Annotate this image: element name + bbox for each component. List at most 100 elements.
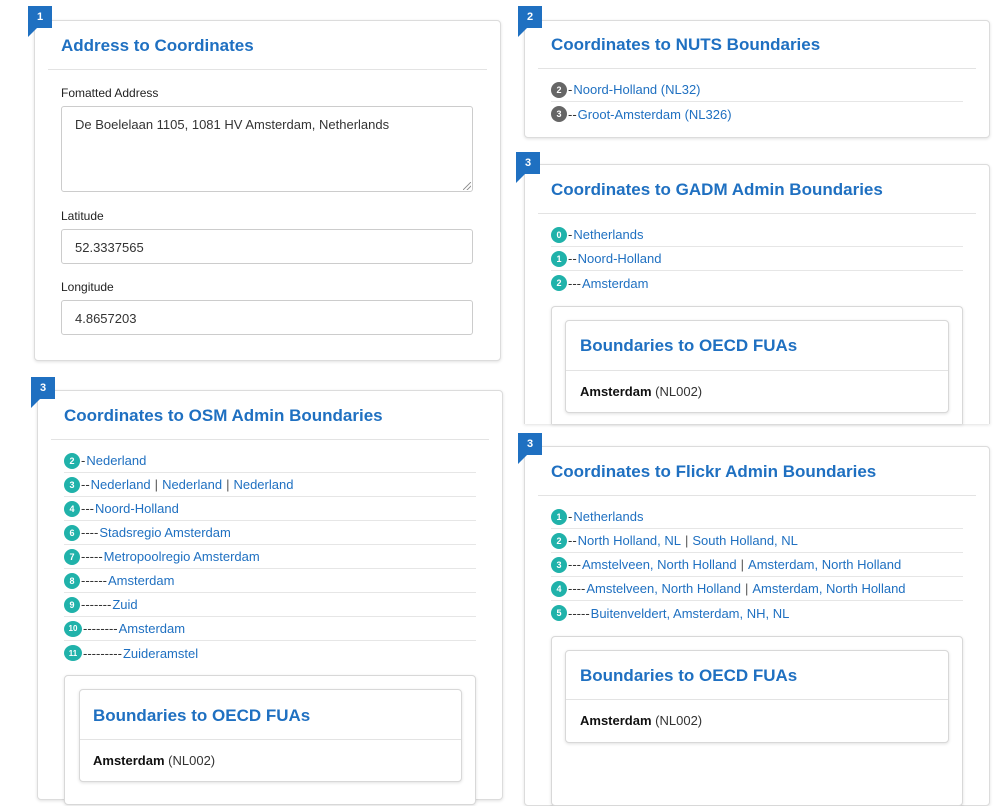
list-item: 6 ---- Stadsregio Amsterdam xyxy=(64,521,476,545)
fua-result: Amsterdam (NL002) xyxy=(580,384,702,399)
fua-code: (NL002) xyxy=(655,713,703,728)
boundary-link[interactable]: Noord-Holland xyxy=(578,251,662,266)
divider xyxy=(566,370,948,371)
separator: | xyxy=(740,557,745,572)
longitude-label: Longitude xyxy=(61,280,114,294)
boundary-link[interactable]: Zuideramstel xyxy=(123,646,198,661)
separator: | xyxy=(154,477,159,492)
fua-panel xyxy=(565,650,949,743)
panel-title: Coordinates to NUTS Boundaries xyxy=(551,35,821,54)
level-dashes: ------- xyxy=(81,597,112,612)
level-dashes: - xyxy=(568,227,573,242)
list-item: 3 -- Nederland | Nederland | Nederland xyxy=(64,473,476,497)
level-badge: 6 xyxy=(64,524,80,541)
latitude-label: Latitude xyxy=(61,209,104,223)
level-badge: 5 xyxy=(551,605,567,621)
level-dashes: ------ xyxy=(81,573,107,588)
level-dashes: --- xyxy=(568,557,581,572)
boundary-link[interactable]: Netherlands xyxy=(573,227,643,242)
level-dashes: -- xyxy=(568,106,577,122)
fua-name: Amsterdam xyxy=(580,713,652,728)
level-dashes: ----- xyxy=(81,549,103,564)
divider xyxy=(538,495,976,496)
panel-title: Address to Coordinates xyxy=(61,36,254,55)
fua-panel xyxy=(565,320,949,413)
boundary-link[interactable]: Noord-Holland xyxy=(95,501,179,516)
longitude-field[interactable]: 4.8657203 xyxy=(61,300,473,335)
divider xyxy=(51,439,489,440)
boundary-link[interactable]: Amsterdam, North Holland xyxy=(752,581,905,596)
boundary-link[interactable]: Nederland xyxy=(86,453,146,468)
list-item: 1- Netherlands xyxy=(551,505,963,529)
level-dashes: - xyxy=(568,82,573,97)
divider xyxy=(538,213,976,214)
boundary-link[interactable]: Amstelveen, North Holland xyxy=(586,581,741,596)
level-badge: 1 xyxy=(551,508,567,525)
boundary-link[interactable]: Amstelveen, North Holland xyxy=(582,557,737,572)
divider xyxy=(538,68,976,69)
separator: | xyxy=(744,581,749,596)
level-dashes: ---- xyxy=(81,525,99,540)
list-item: 2 -- North Holland, NL | South Holland, NL xyxy=(551,529,963,553)
level-badge: 2 xyxy=(551,275,567,291)
address-field[interactable]: De Boelelaan 1105, 1081 HV Amsterdam, Ne… xyxy=(61,106,473,192)
boundary-link[interactable]: Zuid xyxy=(112,597,137,612)
level-dashes: ---- xyxy=(568,581,586,596)
list-item: 4 --- Noord-Holland xyxy=(64,497,476,521)
separator: | xyxy=(226,477,230,492)
level-dashes: --- xyxy=(568,275,581,291)
boundary-link[interactable]: Nederland xyxy=(91,477,151,492)
boundary-link[interactable]: Buitenveldert, Amsterdam, NH, NL xyxy=(591,606,790,621)
level-dashes: - xyxy=(81,453,86,468)
list-item: 11 --------- Zuideramstel xyxy=(64,641,476,665)
boundary-link[interactable]: Amsterdam xyxy=(582,276,648,291)
divider xyxy=(566,699,948,700)
boundary-link[interactable]: Stadsregio Amsterdam xyxy=(99,525,231,540)
boundary-link[interactable]: Metropoolregio Amsterdam xyxy=(104,549,260,564)
boundary-link[interactable]: Amsterdam xyxy=(119,621,185,636)
step-badge: 3 xyxy=(516,152,540,183)
level-badge: 8 xyxy=(64,572,80,589)
level-dashes: --- xyxy=(81,501,94,516)
level-badge: 3 xyxy=(551,106,567,122)
level-badge: 11 xyxy=(64,645,82,661)
level-badge: 1 xyxy=(551,250,567,267)
level-dashes: -------- xyxy=(83,621,118,636)
panel-title: Coordinates to OSM Admin Boundaries xyxy=(64,406,383,425)
level-dashes: - xyxy=(568,509,573,524)
boundary-link[interactable]: South Holland, NL xyxy=(692,533,798,548)
fua-result: Amsterdam (NL002) xyxy=(580,713,702,728)
list-item: 10 -------- Amsterdam xyxy=(64,617,476,641)
boundary-link[interactable]: Groot-Amsterdam (NL326) xyxy=(578,107,732,122)
boundary-link[interactable]: Amsterdam, North Holland xyxy=(748,557,901,572)
resize-handle-icon[interactable] xyxy=(463,182,471,190)
fua-result: Amsterdam (NL002) xyxy=(93,753,215,768)
list-item: 2 - Noord-Holland (NL32) xyxy=(551,78,963,102)
boundary-link[interactable]: Noord-Holland (NL32) xyxy=(573,82,700,97)
fua-code: (NL002) xyxy=(655,384,703,399)
boundary-link[interactable]: Netherlands xyxy=(573,509,643,524)
boundary-link[interactable]: Amsterdam xyxy=(108,573,174,588)
level-badge: 10 xyxy=(64,620,82,637)
list-item: 3 -- Groot-Amsterdam (NL326) xyxy=(551,102,963,126)
level-dashes: ----- xyxy=(568,605,590,621)
boundary-link[interactable]: Nederland xyxy=(162,477,222,492)
boundary-link[interactable]: North Holland, NL xyxy=(578,533,681,548)
latitude-field[interactable]: 52.3337565 xyxy=(61,229,473,264)
divider xyxy=(48,69,487,70)
list-item: 5 ----- Buitenveldert, Amsterdam, NH, NL xyxy=(551,601,963,625)
level-dashes: -- xyxy=(568,251,577,266)
step-badge: 3 xyxy=(518,433,542,464)
fua-name: Amsterdam xyxy=(580,384,652,399)
level-badge: 2 xyxy=(551,532,567,549)
list-item: 4 ---- Amstelveen, North Holland | Amsterdam… xyxy=(551,577,963,601)
level-badge: 4 xyxy=(64,500,80,517)
fua-code: (NL002) xyxy=(168,753,216,768)
level-badge: 3 xyxy=(64,476,80,493)
step-badge: 1 xyxy=(28,6,52,37)
level-badge: 4 xyxy=(551,580,567,597)
list-item: 2 --- Amsterdam xyxy=(551,271,963,295)
boundary-link[interactable]: Nederland xyxy=(233,477,293,492)
address-label: Fomatted Address xyxy=(61,86,159,100)
list-item: 2- Nederland xyxy=(64,449,476,473)
